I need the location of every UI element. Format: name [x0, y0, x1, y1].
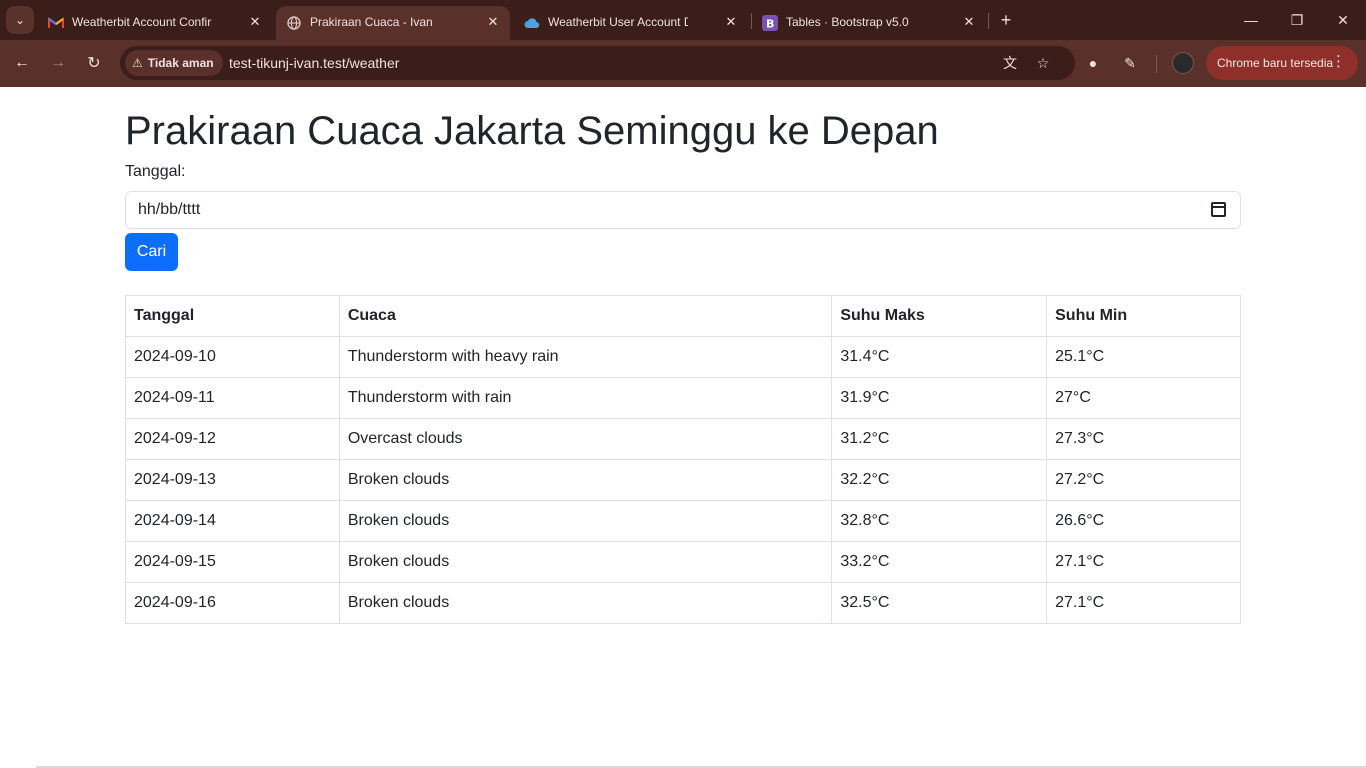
cell-min-temp: 25.1°C — [1046, 336, 1241, 378]
new-tab-button[interactable]: + — [994, 8, 1018, 32]
chrome-update-button[interactable]: Chrome baru tersedia ⋮ — [1206, 46, 1358, 80]
close-icon[interactable]: ✕ — [722, 13, 740, 31]
update-label: Chrome baru tersedia — [1217, 56, 1334, 70]
cell-max-temp: 31.4°C — [831, 336, 1048, 378]
plus-icon: + — [1000, 9, 1012, 30]
calendar-icon[interactable] — [1211, 202, 1226, 217]
tab-title: Weatherbit Account Confirmati — [72, 15, 212, 29]
cell-date: 2024-09-14 — [125, 500, 340, 542]
table-header-row: Tanggal Cuaca Suhu Maks Suhu Min — [125, 295, 1241, 337]
chevron-down-icon: ⌄ — [14, 13, 26, 27]
weatherbit-icon — [524, 15, 540, 31]
cell-max-temp: 33.2°C — [831, 541, 1048, 583]
cell-min-temp: 27.2°C — [1046, 459, 1241, 501]
profile-avatar[interactable] — [1172, 52, 1194, 74]
cell-weather: Broken clouds — [338, 500, 833, 542]
cell-date: 2024-09-13 — [125, 459, 340, 501]
close-icon[interactable]: ✕ — [484, 13, 502, 31]
tab-title: Prakiraan Cuaca - Ivan — [310, 15, 433, 29]
cell-min-temp: 27.1°C — [1046, 541, 1241, 583]
cookie-extension-icon[interactable]: ● — [1082, 52, 1104, 74]
restore-icon: ❐ — [1290, 11, 1304, 28]
address-bar[interactable]: ⚠ Tidak aman test-tikunj-ivan.test/weath… — [120, 46, 1075, 80]
cell-weather: Thunderstorm with heavy rain — [338, 336, 833, 378]
tab-search-button[interactable]: ⌄ — [6, 6, 34, 34]
tab-weatherbit-confirmation[interactable]: Weatherbit Account Confirmati ✕ — [38, 6, 272, 40]
table-row: 2024-09-15 Broken clouds 33.2°C 27.1°C — [125, 541, 1241, 583]
column-header-date: Tanggal — [125, 295, 340, 337]
cell-weather: Broken clouds — [338, 582, 833, 624]
tab-weatherbit-dashboard[interactable]: Weatherbit User Account Dashb ✕ — [514, 6, 748, 40]
restore-button[interactable]: ❐ — [1274, 0, 1320, 40]
site-security-chip[interactable]: ⚠ Tidak aman — [125, 50, 223, 76]
tab-bootstrap-tables[interactable]: B Tables · Bootstrap v5.0 ✕ — [752, 6, 986, 40]
browser-toolbar: ← → ↻ ⚠ Tidak aman test-tikunj-ivan.test… — [0, 40, 1366, 87]
table-row: 2024-09-13 Broken clouds 32.2°C 27.2°C — [125, 459, 1241, 501]
cell-weather: Overcast clouds — [338, 418, 833, 460]
reload-icon: ↻ — [87, 55, 101, 72]
forecast-table: Tanggal Cuaca Suhu Maks Suhu Min 2024-09… — [125, 295, 1241, 624]
minimize-icon: — — [1244, 12, 1258, 28]
column-header-weather: Cuaca — [338, 295, 833, 337]
tab-title: Weatherbit User Account Dashb — [548, 15, 688, 29]
cell-date: 2024-09-16 — [125, 582, 340, 624]
cell-max-temp: 32.5°C — [831, 582, 1048, 624]
close-window-button[interactable]: ✕ — [1320, 0, 1366, 40]
column-header-max-temp: Suhu Maks — [831, 295, 1048, 337]
star-icon[interactable]: ☆ — [1033, 53, 1053, 73]
table-row: 2024-09-12 Overcast clouds 31.2°C 27.3°C — [125, 418, 1241, 460]
arrow-left-icon: ← — [14, 54, 30, 71]
tab-prakiraan-cuaca[interactable]: Prakiraan Cuaca - Ivan ✕ — [276, 6, 510, 40]
cell-min-temp: 27°C — [1046, 377, 1241, 419]
arrow-right-icon: → — [50, 54, 66, 71]
table-row: 2024-09-14 Broken clouds 32.8°C 26.6°C — [125, 500, 1241, 542]
security-label: Tidak aman — [147, 56, 214, 70]
tab-title: Tables · Bootstrap v5.0 — [786, 15, 909, 29]
warning-icon: ⚠ — [132, 56, 143, 70]
cell-min-temp: 27.1°C — [1046, 582, 1241, 624]
cell-max-temp: 31.9°C — [831, 377, 1048, 419]
date-placeholder: hh/bb/tttt — [138, 201, 201, 218]
web-page: Prakiraan Cuaca Jakarta Seminggu ke Depa… — [0, 87, 1366, 768]
svg-text:B: B — [766, 18, 774, 31]
gmail-icon — [48, 15, 64, 31]
more-menu-icon[interactable]: ⋮ — [1331, 54, 1346, 70]
table-row: 2024-09-11 Thunderstorm with rain 31.9°C… — [125, 377, 1241, 419]
search-button[interactable]: Cari — [125, 233, 178, 271]
column-header-min-temp: Suhu Min — [1046, 295, 1241, 337]
cell-min-temp: 26.6°C — [1046, 500, 1241, 542]
cell-weather: Broken clouds — [338, 459, 833, 501]
url-text[interactable]: test-tikunj-ivan.test/weather — [229, 55, 399, 71]
close-icon[interactable]: ✕ — [246, 13, 264, 31]
cell-date: 2024-09-12 — [125, 418, 340, 460]
toolbar-divider — [1156, 55, 1157, 73]
cell-max-temp: 32.8°C — [831, 500, 1048, 542]
date-label: Tanggal: — [125, 163, 186, 180]
cell-max-temp: 32.2°C — [831, 459, 1048, 501]
bootstrap-icon: B — [762, 15, 778, 31]
tab-divider — [988, 13, 989, 29]
close-icon: ✕ — [1337, 11, 1349, 28]
cell-min-temp: 27.3°C — [1046, 418, 1241, 460]
cell-max-temp: 31.2°C — [831, 418, 1048, 460]
cell-date: 2024-09-15 — [125, 541, 340, 583]
tab-strip: ⌄ Weatherbit Account Confirmati ✕ Prakir… — [0, 0, 1366, 40]
cell-weather: Broken clouds — [338, 541, 833, 583]
close-icon[interactable]: ✕ — [960, 13, 978, 31]
date-input[interactable]: hh/bb/tttt — [125, 191, 1241, 229]
minimize-button[interactable]: — — [1228, 0, 1274, 40]
table-row: 2024-09-16 Broken clouds 32.5°C 27.1°C — [125, 582, 1241, 624]
translate-icon[interactable]: 文 — [1000, 53, 1020, 73]
page-title: Prakiraan Cuaca Jakarta Seminggu ke Depa… — [125, 109, 939, 153]
table-row: 2024-09-10 Thunderstorm with heavy rain … — [125, 336, 1241, 378]
cell-date: 2024-09-10 — [125, 336, 340, 378]
cell-weather: Thunderstorm with rain — [338, 377, 833, 419]
cell-date: 2024-09-11 — [125, 377, 340, 419]
back-button[interactable]: ← — [7, 48, 37, 78]
reload-button[interactable]: ↻ — [79, 48, 109, 78]
globe-icon — [286, 15, 302, 31]
forward-button[interactable]: → — [43, 48, 73, 78]
extensions-icon[interactable]: ✎ — [1119, 52, 1141, 74]
